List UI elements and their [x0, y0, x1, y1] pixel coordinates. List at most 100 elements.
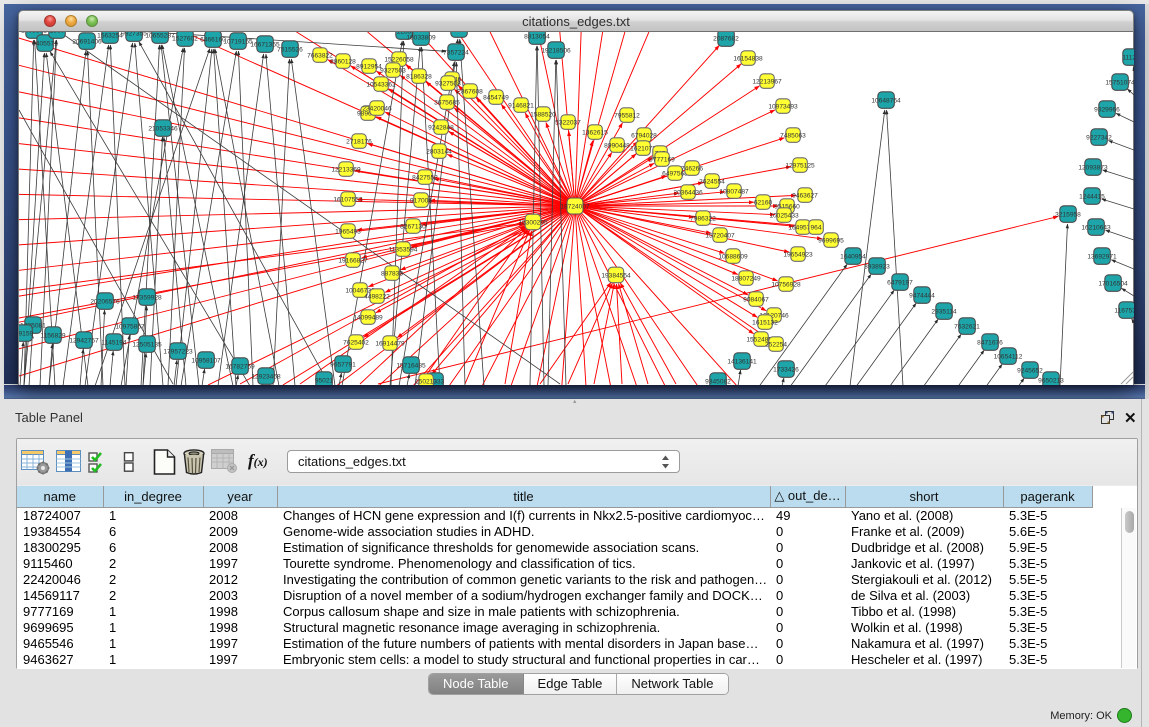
svg-text:11353594: 11353594: [389, 246, 418, 253]
svg-text:19166827: 19166827: [338, 257, 368, 264]
svg-text:10807487: 10807487: [719, 188, 749, 195]
svg-text:10655287: 10655287: [145, 32, 175, 39]
svg-text:2803144: 2803144: [426, 148, 452, 155]
svg-text:6794028: 6794028: [631, 132, 657, 139]
svg-text:23420046: 23420046: [362, 105, 392, 112]
svg-text:10688609: 10688609: [718, 253, 748, 260]
svg-text:12213369: 12213369: [331, 166, 361, 173]
svg-text:39159: 39159: [19, 330, 33, 337]
svg-text:19384554: 19384554: [601, 272, 631, 279]
svg-text:18724007: 18724007: [560, 203, 590, 210]
svg-text:10648764: 10648764: [871, 97, 901, 104]
svg-text:10654112: 10654112: [994, 353, 1023, 360]
svg-text:4498222: 4498222: [364, 293, 390, 300]
svg-text:20691406: 20691406: [72, 38, 102, 45]
svg-text:9699695: 9699695: [818, 237, 844, 244]
svg-text:9327508: 9327508: [435, 80, 461, 87]
svg-text:6466160: 6466160: [200, 36, 226, 43]
svg-text:9084067: 9084067: [743, 296, 769, 303]
svg-text:103: 103: [453, 32, 464, 33]
svg-text:2867608: 2867608: [457, 88, 483, 95]
svg-text:1405571: 1405571: [21, 32, 47, 34]
svg-text:7986322: 7986322: [690, 215, 716, 222]
svg-text:17957223: 17957223: [163, 348, 193, 355]
svg-text:10719155: 10719155: [223, 38, 253, 45]
svg-text:16782759: 16782759: [225, 363, 255, 370]
svg-text:1860: 1860: [50, 32, 65, 34]
svg-text:62160: 62160: [754, 199, 773, 206]
svg-text:1362615: 1362615: [582, 129, 608, 136]
svg-text:9227342: 9227342: [1086, 134, 1112, 141]
svg-text:12505135: 12505135: [132, 341, 162, 348]
svg-text:8186328: 8186328: [406, 73, 432, 80]
svg-text:11127: 11127: [1122, 54, 1134, 61]
svg-text:1563254: 1563254: [97, 32, 123, 39]
svg-text:2935114: 2935114: [931, 308, 957, 315]
svg-text:1167533: 1167533: [1114, 307, 1134, 314]
svg-text:9657791: 9657791: [330, 361, 356, 368]
svg-text:16033809: 16033809: [406, 34, 436, 41]
svg-text:1965493: 1965493: [335, 228, 361, 235]
svg-text:15720407: 15720407: [705, 232, 735, 239]
svg-text:9474444: 9474444: [909, 292, 935, 299]
svg-text:12942757: 12942757: [69, 337, 99, 344]
svg-text:9777169: 9777169: [649, 156, 675, 163]
svg-text:1244415: 1244415: [1079, 193, 1105, 200]
svg-text:10543362: 10543362: [366, 81, 396, 88]
svg-text:1733426: 1733426: [773, 366, 799, 373]
svg-text:9245652: 9245652: [1017, 367, 1043, 374]
svg-text:917006: 917006: [410, 197, 432, 204]
svg-text:15751074: 15751074: [1105, 79, 1134, 86]
svg-text:16107553: 16107553: [333, 196, 363, 203]
svg-text:7485063: 7485063: [780, 132, 806, 139]
svg-text:17016504: 17016504: [1098, 280, 1128, 287]
svg-text:10958107: 10958107: [191, 357, 221, 364]
svg-text:9146821: 9146821: [508, 102, 534, 109]
svg-text:9650213: 9650213: [1038, 377, 1064, 384]
svg-text:9405571: 9405571: [32, 40, 58, 47]
svg-text:14136141: 14136141: [727, 358, 757, 365]
svg-text:13692971: 13692971: [1087, 253, 1117, 260]
svg-text:964: 964: [810, 224, 821, 231]
svg-text:7632621: 7632621: [954, 323, 980, 330]
svg-text:1145194: 1145194: [101, 339, 127, 346]
svg-text:2718176: 2718176: [346, 138, 372, 145]
svg-text:20364436: 20364436: [673, 189, 703, 196]
svg-text:252254: 252254: [765, 341, 787, 348]
svg-text:20206576: 20206576: [90, 298, 120, 305]
svg-text:9242848: 9242848: [428, 124, 454, 131]
svg-text:3675685: 3675685: [434, 99, 460, 106]
svg-text:12093873: 12093873: [1078, 164, 1108, 171]
svg-text:16154838: 16154838: [733, 55, 763, 62]
svg-text:9345082: 9345082: [705, 378, 731, 385]
svg-text:2087682: 2087682: [713, 35, 739, 42]
svg-text:8912954: 8912954: [356, 63, 382, 70]
svg-text:1588520: 1588520: [530, 111, 556, 118]
svg-text:15226058: 15226058: [384, 56, 414, 63]
svg-text:12923468: 12923468: [251, 373, 281, 380]
svg-text:19218506: 19218506: [541, 47, 571, 54]
svg-text:18807249: 18807249: [731, 275, 761, 282]
svg-text:16671355: 16671355: [250, 41, 280, 48]
svg-text:12975125: 12975125: [785, 162, 815, 169]
svg-text:8990448: 8990448: [604, 142, 630, 149]
svg-text:8860128: 8860128: [330, 58, 356, 65]
svg-text:15716485: 15716485: [396, 362, 426, 369]
svg-text:9463627: 9463627: [792, 192, 818, 199]
svg-text:10025433: 10025433: [769, 212, 799, 219]
svg-text:8427552: 8427552: [412, 174, 438, 181]
svg-text:8813054: 8813054: [524, 33, 550, 40]
svg-text:16210643: 16210643: [1081, 224, 1111, 231]
svg-text:1527602: 1527602: [172, 35, 198, 42]
svg-text:1640954: 1640954: [840, 253, 866, 260]
svg-text:95021: 95021: [315, 377, 334, 384]
svg-text:8454749: 8454749: [483, 94, 509, 101]
svg-text:7357224: 7357224: [443, 49, 469, 56]
svg-text:3215958: 3215958: [1055, 211, 1081, 218]
svg-text:18300295: 18300295: [518, 219, 548, 226]
svg-text:17359928: 17359928: [132, 294, 162, 301]
svg-text:7625402: 7625402: [343, 339, 369, 346]
svg-text:12213967: 12213967: [752, 78, 782, 85]
svg-text:21053346: 21053346: [148, 125, 178, 132]
svg-text:3624554: 3624554: [699, 178, 725, 185]
